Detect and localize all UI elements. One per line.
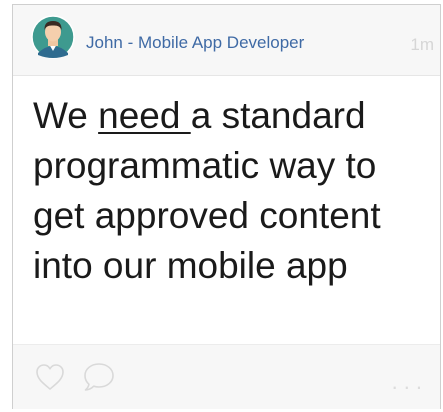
post-header: John - Mobile App Developer 1m [13, 5, 440, 76]
speech-bubble-icon [84, 363, 114, 391]
comment-button[interactable] [81, 361, 117, 393]
post-text-start: We [33, 95, 99, 136]
like-button[interactable] [34, 362, 66, 392]
heart-outline-icon [36, 364, 64, 390]
avatar-icon [31, 15, 75, 59]
post-text-underlined: need [98, 95, 191, 136]
author-name[interactable]: John - Mobile App Developer [86, 32, 304, 54]
post-text: We need a standard programmatic way to g… [33, 91, 438, 291]
post-actions: ... [13, 344, 440, 409]
post-card: John - Mobile App Developer 1m We need a… [12, 4, 441, 409]
avatar[interactable] [31, 15, 75, 59]
more-options-icon[interactable]: ... [392, 371, 428, 393]
post-timestamp: 1m [410, 35, 434, 54]
